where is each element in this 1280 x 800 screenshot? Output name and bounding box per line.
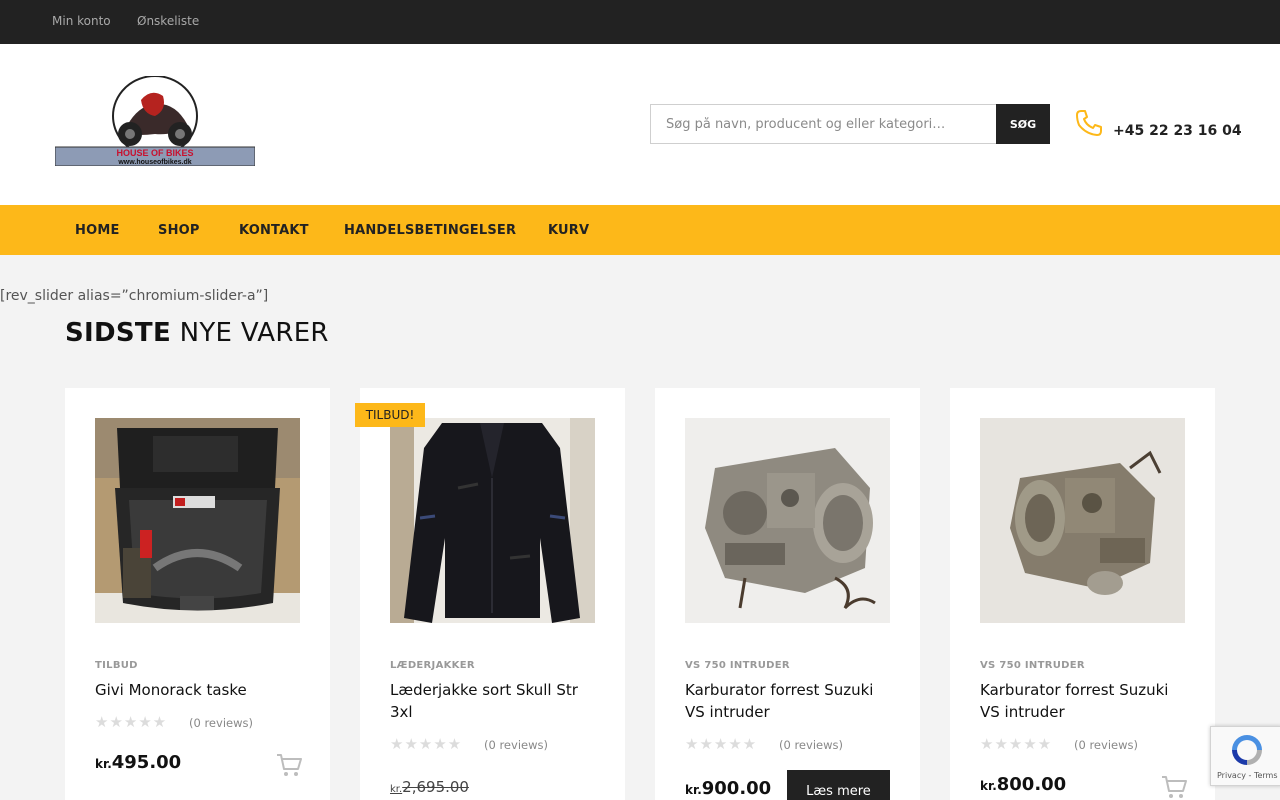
review-count: (0 reviews) (1074, 738, 1138, 752)
star-rating: ★★★★★ (95, 713, 168, 731)
product-card[interactable]: LÆDERJAKKER Læderjakke sort Skull Str 3x… (360, 388, 625, 800)
add-to-cart-icon[interactable] (1160, 774, 1188, 800)
sale-badge: TILBUD! (355, 403, 425, 427)
product-name[interactable]: Karburator forrest Suzuki VS intruder (980, 679, 1190, 723)
product-price: kr.800.00 (980, 774, 1066, 795)
nav-item-kurv[interactable]: KURV (548, 223, 589, 238)
site-logo[interactable]: HOUSE OF BIKES www.houseofbikes.dk (54, 75, 256, 167)
product-name[interactable]: Givi Monorack taske (95, 679, 305, 701)
currency: kr. (390, 784, 403, 795)
review-count: (0 reviews) (484, 738, 548, 752)
logo-text: HOUSE OF BIKES (116, 148, 193, 158)
review-count: (0 reviews) (779, 738, 843, 752)
currency: kr. (95, 757, 112, 771)
product-category[interactable]: VS 750 INTRUDER (685, 660, 790, 671)
search-button[interactable]: SØG (996, 104, 1050, 144)
add-to-cart-icon[interactable] (275, 752, 303, 778)
product-category[interactable]: TILBUD (95, 660, 138, 671)
nav-item-home[interactable]: HOME (75, 223, 120, 238)
currency: kr. (980, 779, 997, 793)
top-bar: Min konto Ønskeliste (0, 0, 1280, 44)
logo-url-text: www.houseofbikes.dk (117, 159, 191, 166)
nav-item-shop[interactable]: SHOP (158, 223, 200, 238)
price-value: 900.00 (701, 778, 772, 799)
recaptcha-badge[interactable]: Privacy - Terms (1210, 726, 1280, 786)
old-price: kr.2,695.00 (390, 778, 469, 796)
section-title-light: NYE VARER (179, 318, 329, 348)
product-price: kr.495.00 (95, 752, 181, 773)
my-account-link[interactable]: Min konto (52, 14, 111, 28)
product-image[interactable] (95, 418, 300, 623)
slider-shortcode-text: [rev_slider alias=”chromium-slider-a”] (0, 288, 269, 304)
product-card[interactable]: VS 750 INTRUDER Karburator forrest Suzuk… (655, 388, 920, 800)
nav-item-handelsbetingelser[interactable]: HANDELSBETINGELSER (344, 223, 516, 238)
price-value: 800.00 (996, 774, 1067, 795)
review-count: (0 reviews) (189, 716, 253, 730)
search-input[interactable] (650, 104, 997, 144)
star-rating: ★★★★★ (685, 735, 758, 753)
product-card[interactable]: TILBUD Givi Monorack taske ★★★★★ (0 revi… (65, 388, 330, 800)
product-image[interactable] (980, 418, 1185, 623)
product-price: kr.900.00 (685, 778, 771, 799)
recaptcha-icon (1232, 735, 1262, 765)
site-header: HOUSE OF BIKES www.houseofbikes.dk SØG +… (0, 44, 1280, 205)
nav-item-kontakt[interactable]: KONTAKT (239, 223, 309, 238)
currency: kr. (685, 783, 702, 797)
star-rating: ★★★★★ (980, 735, 1053, 753)
product-image[interactable] (390, 418, 595, 623)
product-category[interactable]: LÆDERJAKKER (390, 660, 475, 671)
product-card[interactable]: VS 750 INTRUDER Karburator forrest Suzuk… (950, 388, 1215, 800)
read-more-button[interactable]: Læs mere (787, 770, 890, 800)
phone-number[interactable]: +45 22 23 16 04 (1113, 123, 1242, 139)
price-value: 495.00 (111, 752, 182, 773)
product-category[interactable]: VS 750 INTRUDER (980, 660, 1085, 671)
product-name[interactable]: Karburator forrest Suzuki VS intruder (685, 679, 895, 723)
recaptcha-links[interactable]: Privacy - Terms (1217, 771, 1278, 780)
phone-icon (1076, 110, 1102, 136)
wishlist-link[interactable]: Ønskeliste (137, 14, 199, 28)
product-name[interactable]: Læderjakke sort Skull Str 3xl (390, 679, 600, 723)
old-price-value: 2,695.00 (402, 778, 469, 796)
star-rating: ★★★★★ (390, 735, 463, 753)
product-image[interactable] (685, 418, 890, 623)
section-title-bold: SIDSTE (65, 318, 172, 348)
main-nav: HOME SHOP KONTAKT HANDELSBETINGELSER KUR… (0, 205, 1280, 255)
section-title: SIDSTE NYE VARER (65, 318, 329, 348)
